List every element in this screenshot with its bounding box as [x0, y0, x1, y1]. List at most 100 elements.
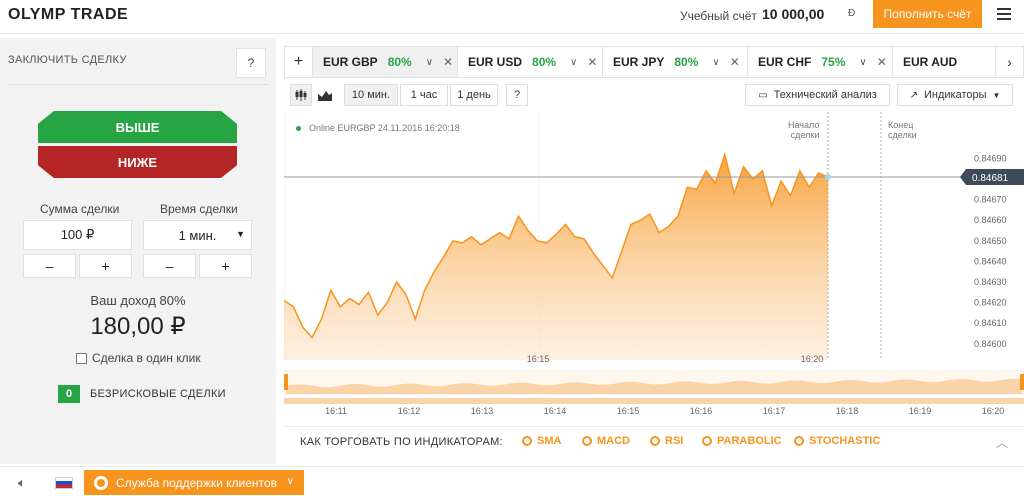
chevron-down-icon[interactable]: ∨	[859, 57, 866, 68]
close-icon[interactable]: ✕	[730, 55, 740, 69]
header: OLYMP TRADE Учебный счёт 10 000,00 Đ Поп…	[0, 0, 1024, 34]
one-click-checkbox[interactable]: Сделка в один клик	[76, 351, 201, 365]
end-label-line-1: Конец	[888, 120, 914, 130]
chart-help-button[interactable]: ?	[506, 84, 528, 106]
start-label-line-2: сделки	[790, 130, 820, 140]
y-tick-label: 0.84660	[974, 215, 1007, 225]
tab-eurgbp[interactable]: EUR GBP 80% ∨ ✕	[313, 47, 458, 77]
current-price-label: 0.84681	[972, 173, 1009, 184]
y-tick-label: 0.84670	[974, 195, 1007, 205]
lower-button[interactable]: НИЖЕ	[38, 146, 237, 178]
play-icon	[794, 436, 804, 446]
technical-analysis-button[interactable]: ▭ Технический анализ	[745, 84, 890, 106]
tab-pair: EUR GBP	[323, 55, 378, 69]
time-decrease-button[interactable]: –	[143, 254, 196, 278]
start-label-line-1: Начало	[788, 120, 820, 130]
account-currency-dropdown[interactable]: Đ	[848, 8, 855, 19]
amount-decrease-button[interactable]: –	[23, 254, 76, 278]
close-icon[interactable]: ✕	[587, 55, 597, 69]
current-price-dot	[825, 174, 831, 180]
candlestick-chart-icon[interactable]	[290, 84, 312, 106]
chart-toolbar: 10 мин. 1 час 1 день ? ▭ Технический ана…	[284, 80, 1024, 110]
y-tick-label: 0.84600	[974, 339, 1007, 349]
tab-euraud[interactable]: EUR AUD	[893, 47, 997, 77]
help-button[interactable]: ?	[236, 48, 266, 78]
chevron-down-icon[interactable]: ∨	[712, 57, 719, 68]
trade-end-label: Конец сделки	[888, 120, 917, 140]
y-tick-label: 0.84650	[974, 236, 1007, 246]
chart-navigator[interactable]: 16:11 16:12 16:13 16:14 16:15 16:16 16:17 16:18…	[283, 369, 1024, 418]
online-dot	[296, 125, 301, 131]
navigator-tick-label: 16:16	[690, 406, 713, 416]
indicators-strip-title: КАК ТОРГОВАТЬ ПО ИНДИКАТОРАМ:	[300, 436, 503, 448]
account-balance[interactable]: 10 000,00	[762, 6, 824, 22]
support-button[interactable]: Служба поддержки клиентов ∨	[84, 470, 304, 495]
checkbox-icon[interactable]	[76, 352, 87, 364]
asset-tabs: + EUR GBP 80% ∨ ✕ EUR USD 80% ∨ ✕ EUR JP…	[284, 46, 1024, 78]
time-increase-button[interactable]: +	[199, 254, 252, 278]
indicators-dropdown[interactable]: ↗ Индикаторы ▼	[897, 84, 1013, 106]
tab-pair: EUR CHF	[758, 55, 812, 69]
tab-payout: 80%	[387, 55, 412, 69]
x-tick-label: 16:15	[527, 354, 550, 364]
navigator-tick-label: 16:17	[763, 406, 786, 416]
price-area	[284, 154, 828, 360]
amount-increase-button[interactable]: +	[79, 254, 132, 278]
higher-button[interactable]: ВЫШЕ	[38, 111, 237, 143]
chart-svg: 0.846900.846800.846700.846600.846500.846…	[283, 112, 1024, 364]
timeframe-10m-button[interactable]: 10 мин.	[344, 84, 398, 106]
time-value: 1 мин.	[178, 227, 217, 243]
indicator-macd[interactable]: MACD	[582, 435, 630, 447]
chevron-down-icon: ∨	[286, 476, 294, 487]
caret-down-icon: ▼	[236, 229, 245, 239]
add-tab-button[interactable]: +	[285, 47, 313, 77]
profit-label: Ваш доход 80%	[90, 293, 186, 308]
x-tick-label: 16:20	[801, 354, 824, 364]
indicator-parabolic[interactable]: PARABOLIC	[702, 435, 782, 447]
tab-eurusd[interactable]: EUR USD 80% ∨ ✕	[458, 47, 603, 77]
timeframe-1h-button[interactable]: 1 час	[400, 84, 448, 106]
logo[interactable]: OLYMP TRADE	[8, 6, 128, 24]
chevron-down-icon[interactable]: ∨	[570, 57, 577, 68]
close-icon[interactable]: ✕	[877, 55, 887, 69]
indicators-label: Индикаторы	[923, 89, 987, 101]
navigator-handle-left	[284, 374, 288, 390]
one-click-label: Сделка в один клик	[92, 351, 201, 365]
caret-down-icon: ▼	[992, 90, 1001, 100]
play-icon	[582, 436, 592, 446]
indicator-stochastic[interactable]: STOCHASTIC	[794, 435, 880, 447]
close-icon[interactable]: ✕	[443, 55, 453, 69]
end-label-line-2: сделки	[888, 130, 917, 140]
indicators-strip: КАК ТОРГОВАТЬ ПО ИНДИКАТОРАМ: SMA MACD R…	[284, 426, 1024, 456]
indicator-rsi[interactable]: RSI	[650, 435, 683, 447]
tab-eurjpy[interactable]: EUR JPY 80% ∨ ✕	[603, 47, 748, 77]
tab-pair: EUR USD	[468, 55, 523, 69]
deposit-button[interactable]: Пополнить счёт	[873, 0, 982, 28]
timeframe-1d-button[interactable]: 1 день	[450, 84, 498, 106]
monitor-icon: ▭	[758, 89, 768, 101]
time-select[interactable]: 1 мин. ▼	[143, 220, 252, 250]
price-chart[interactable]: 0.846900.846800.846700.846600.846500.846…	[283, 112, 1024, 368]
sound-icon[interactable]: 🔈︎	[18, 475, 26, 491]
tab-eurchf[interactable]: EUR CHF 75% ∨ ✕	[748, 47, 893, 77]
chevron-up-icon[interactable]: ︿	[996, 434, 1008, 451]
hamburger-menu-icon[interactable]	[997, 8, 1011, 20]
y-tick-label: 0.84610	[974, 318, 1007, 328]
y-tick-label: 0.84690	[974, 153, 1007, 163]
navigator-tick-label: 16:19	[909, 406, 932, 416]
chevron-down-icon[interactable]: ∨	[426, 57, 433, 68]
y-tick-label: 0.84630	[974, 277, 1007, 287]
indicator-sma[interactable]: SMA	[522, 435, 561, 447]
russian-flag-icon[interactable]	[55, 477, 73, 489]
play-icon	[650, 436, 660, 446]
area-chart-icon[interactable]	[314, 84, 336, 106]
navigator-tick-label: 16:12	[398, 406, 421, 416]
navigator-tick-label: 16:11	[325, 406, 347, 416]
trend-icon: ↗	[909, 89, 918, 101]
amount-input[interactable]: 100 ₽	[23, 220, 132, 250]
chevron-right-icon[interactable]: ›	[995, 47, 1023, 77]
navigator-tick-label: 16:18	[836, 406, 859, 416]
riskfree-label[interactable]: БЕЗРИСКОВЫЕ СДЕЛКИ	[90, 388, 226, 400]
navigator-tick-label: 16:20	[982, 406, 1005, 416]
online-text: Online EURGBP 24.11.2016 16:20:18	[309, 123, 460, 133]
